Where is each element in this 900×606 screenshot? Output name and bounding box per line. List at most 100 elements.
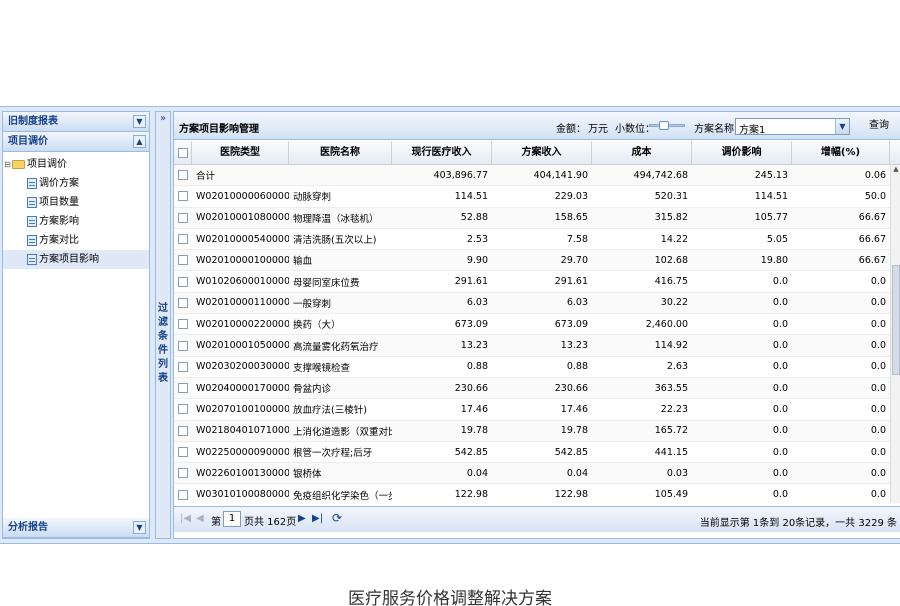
slider-thumb[interactable] bbox=[659, 121, 669, 130]
column-header[interactable]: 调价影响 bbox=[692, 141, 792, 165]
prev-page-icon[interactable]: ◀ bbox=[196, 513, 204, 524]
row-checkbox[interactable] bbox=[178, 425, 188, 436]
vertical-scrollbar[interactable]: ▲ bbox=[890, 165, 900, 503]
row-checkbox-cell[interactable] bbox=[174, 276, 192, 287]
row-checkbox-cell[interactable] bbox=[174, 297, 192, 308]
row-checkbox[interactable] bbox=[178, 170, 188, 181]
row-checkbox-cell[interactable] bbox=[174, 425, 192, 436]
tree-item-item-count[interactable]: 项目数量 bbox=[3, 193, 149, 212]
cell-adjust-impact: 0.0 bbox=[772, 340, 788, 352]
row-checkbox-cell[interactable] bbox=[174, 404, 192, 415]
row-checkbox[interactable] bbox=[178, 489, 188, 500]
row-checkbox[interactable] bbox=[178, 234, 188, 245]
folder-icon bbox=[12, 160, 25, 169]
query-button[interactable]: 查询 bbox=[864, 117, 894, 135]
column-header[interactable]: 成本 bbox=[592, 141, 692, 165]
page-number-input[interactable]: 1 bbox=[223, 511, 241, 527]
table-row[interactable]: W020701001000000 放血疗法(三棱针) 17.46 17.46 22.23… bbox=[174, 399, 900, 421]
row-checkbox[interactable] bbox=[178, 447, 188, 457]
next-page-icon[interactable]: ▶ bbox=[298, 513, 306, 524]
section-price-adjust[interactable]: 项目调价 ▲ bbox=[3, 132, 149, 152]
row-checkbox[interactable] bbox=[178, 191, 188, 202]
collapse-icon[interactable]: ▲ bbox=[133, 135, 146, 148]
row-checkbox-cell[interactable] bbox=[174, 340, 192, 351]
section-analysis-report[interactable]: 分析报告 ▼ bbox=[3, 518, 149, 538]
amount-label: 金额： bbox=[556, 124, 586, 135]
row-checkbox-cell[interactable] bbox=[174, 319, 192, 330]
table-row[interactable]: W020400001700000 骨盆内诊 230.66 230.66 363.55 0.… bbox=[174, 377, 900, 400]
table-row[interactable]: W030101000800000 免疫组织化学染色（一步... 122.98 122.… bbox=[174, 484, 900, 503]
column-header[interactable]: 现行医疗收入 bbox=[392, 141, 492, 165]
row-checkbox-cell[interactable] bbox=[174, 170, 192, 181]
tree-item-adjust-plan[interactable]: 调价方案 bbox=[3, 174, 149, 193]
refresh-icon[interactable]: ⟳ bbox=[332, 511, 342, 525]
page-icon bbox=[27, 235, 37, 246]
column-header[interactable]: 增幅(%) bbox=[792, 141, 890, 165]
section-old-reports[interactable]: 旧制度报表 ▼ bbox=[3, 112, 149, 132]
row-checkbox-cell[interactable] bbox=[174, 212, 192, 223]
table-row[interactable]: W022601001300000 银桥体 0.04 0.04 0.03 0.0 0.0 bbox=[174, 463, 900, 485]
filter-panel-collapsed[interactable]: » 过滤条件列表 bbox=[155, 111, 171, 539]
row-checkbox[interactable] bbox=[178, 297, 188, 308]
row-checkbox-cell[interactable] bbox=[174, 383, 192, 394]
decimal-slider[interactable] bbox=[649, 121, 685, 130]
row-checkbox[interactable] bbox=[178, 212, 188, 223]
chevron-down-icon[interactable]: ▼ bbox=[835, 119, 849, 134]
first-page-icon[interactable]: |◀ bbox=[180, 513, 191, 524]
row-checkbox[interactable] bbox=[178, 340, 188, 351]
table-row[interactable]: W020100005400000 清洁洗肠(五次以上) 2.53 7.58 14.22 5… bbox=[174, 229, 900, 251]
row-checkbox-cell[interactable] bbox=[174, 361, 192, 372]
row-checkbox-cell[interactable] bbox=[174, 191, 192, 202]
row-checkbox[interactable] bbox=[178, 404, 188, 415]
cell-plan-income: 673.09 bbox=[554, 318, 588, 330]
select-all-checkbox-cell[interactable] bbox=[174, 141, 192, 165]
expand-icon[interactable]: ▼ bbox=[133, 115, 146, 128]
table-row[interactable]: W010206000100000 母婴同室床位费 291.61 291.61 416.7… bbox=[174, 271, 900, 293]
cell-hospital-name: 银桥体 bbox=[293, 469, 322, 481]
table-row[interactable]: W021804010710000 上消化道造影（双重对比... 19.78 19.78… bbox=[174, 420, 900, 442]
cell-current-income: 19.78 bbox=[460, 425, 488, 437]
expand-panel-icon[interactable]: » bbox=[157, 113, 169, 126]
table-row[interactable]: W020100010500000 高流量雾化药氧治疗 13.23 13.23 114.9… bbox=[174, 335, 900, 357]
scrollbar-thumb[interactable] bbox=[892, 265, 900, 375]
row-checkbox[interactable] bbox=[178, 276, 188, 287]
column-header[interactable]: 医院名称 bbox=[289, 141, 392, 165]
table-row[interactable]: W020100002200000 换药（大） 673.09 673.09 2,460.0… bbox=[174, 314, 900, 336]
page-icon bbox=[27, 216, 37, 227]
expand-icon[interactable]: ▼ bbox=[133, 521, 146, 534]
table-row[interactable]: 合计 403,896.77 404,141.90 494,742.68 245.13 0.… bbox=[174, 165, 900, 187]
row-checkbox[interactable] bbox=[178, 255, 188, 266]
row-checkbox[interactable] bbox=[178, 468, 188, 479]
cell-adjust-impact: 19.80 bbox=[760, 254, 788, 266]
cell-adjust-impact: 5.05 bbox=[766, 233, 788, 245]
select-all-checkbox[interactable] bbox=[177, 148, 188, 158]
tree-item-plan-compare[interactable]: 方案对比 bbox=[3, 231, 149, 250]
table-row[interactable]: W020302000300000 支撑喉镜检查 0.88 0.88 2.63 0.0 0.0 bbox=[174, 357, 900, 378]
column-header[interactable]: 医院类型 bbox=[192, 141, 289, 165]
tree-item-plan-item-impact[interactable]: 方案项目影响 bbox=[3, 250, 149, 269]
table-row[interactable]: W020100001100000 一般穿刺 6.03 6.03 30.22 0.0 0.0 bbox=[174, 292, 900, 315]
last-page-icon[interactable]: ▶| bbox=[312, 513, 323, 524]
row-checkbox[interactable] bbox=[178, 361, 188, 372]
cell-adjust-impact: 0.0 bbox=[772, 318, 788, 330]
cell-adjust-impact: 0.0 bbox=[772, 467, 788, 479]
scroll-up-icon[interactable]: ▲ bbox=[891, 165, 900, 175]
row-checkbox[interactable] bbox=[178, 383, 188, 394]
table-row[interactable]: W022500000900000 根管一次疗程;后牙 542.85 542.85 441… bbox=[174, 442, 900, 464]
row-checkbox-cell[interactable] bbox=[174, 489, 192, 500]
tree-root[interactable]: ⊟ 项目调价 bbox=[3, 155, 149, 174]
row-checkbox-cell[interactable] bbox=[174, 234, 192, 245]
row-checkbox-cell[interactable] bbox=[174, 255, 192, 266]
table-row[interactable]: W020100000600000 动脉穿刺 114.51 229.03 520.31 11… bbox=[174, 186, 900, 208]
tree-toggle-icon[interactable]: ⊟ bbox=[3, 155, 12, 174]
scheme-select[interactable]: 方案1 ▼ bbox=[735, 118, 850, 136]
row-checkbox[interactable] bbox=[178, 319, 188, 330]
cell-increase: 66.67 bbox=[858, 254, 886, 266]
row-checkbox-cell[interactable] bbox=[174, 468, 192, 479]
table-row[interactable]: W020100001000000 输血 9.90 29.70 102.68 19.80 66… bbox=[174, 250, 900, 272]
tree-item-plan-impact[interactable]: 方案影响 bbox=[3, 212, 149, 231]
cell-increase: 0.0 bbox=[870, 403, 886, 415]
row-checkbox-cell[interactable] bbox=[174, 447, 192, 457]
table-row[interactable]: W020100010800000 物理降温（冰毯机） 52.88 158.65 315.… bbox=[174, 207, 900, 229]
column-header[interactable]: 方案收入 bbox=[492, 141, 592, 165]
